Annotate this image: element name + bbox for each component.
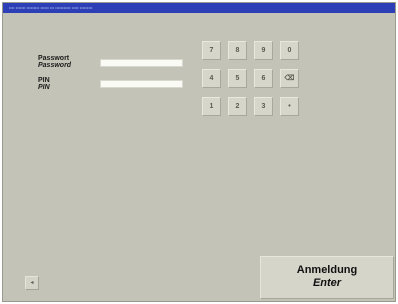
title-bar: •••• ••••••• ••••••••• •••••• ••• ••••••… (3, 3, 395, 13)
key-7[interactable]: 7 (202, 41, 221, 60)
key-1[interactable]: 1 (202, 97, 221, 116)
key-8[interactable]: 8 (228, 41, 247, 60)
password-field[interactable] (100, 59, 183, 67)
pin-label: PIN PIN (38, 77, 50, 91)
back-button[interactable]: ◂ (25, 276, 39, 290)
key-6[interactable]: 6 (254, 69, 273, 88)
pin-field[interactable] (100, 80, 183, 88)
enter-button-label-en: Enter (312, 277, 342, 289)
password-label: Passwort Password (38, 55, 71, 69)
key-4[interactable]: 4 (202, 69, 221, 88)
key-0[interactable]: 0 (280, 41, 299, 60)
key-9[interactable]: 9 (254, 41, 273, 60)
numeric-keypad: 7 8 9 0 4 5 6 ⌫ 1 2 3 • (202, 41, 300, 123)
backspace-key[interactable]: ⌫ (280, 69, 299, 88)
login-screen: •••• ••••••• ••••••••• •••••• ••• ••••••… (2, 2, 396, 302)
pin-label-de: PIN (38, 77, 50, 84)
password-label-en: Password (38, 62, 72, 69)
key-3[interactable]: 3 (254, 97, 273, 116)
key-extra[interactable]: • (280, 97, 299, 116)
enter-button[interactable]: Anmeldung Enter (260, 256, 394, 299)
key-5[interactable]: 5 (228, 69, 247, 88)
pin-label-en: PIN (38, 84, 50, 91)
enter-button-label-de: Anmeldung (296, 264, 358, 276)
password-label-de: Passwort (38, 55, 70, 62)
key-2[interactable]: 2 (228, 97, 247, 116)
